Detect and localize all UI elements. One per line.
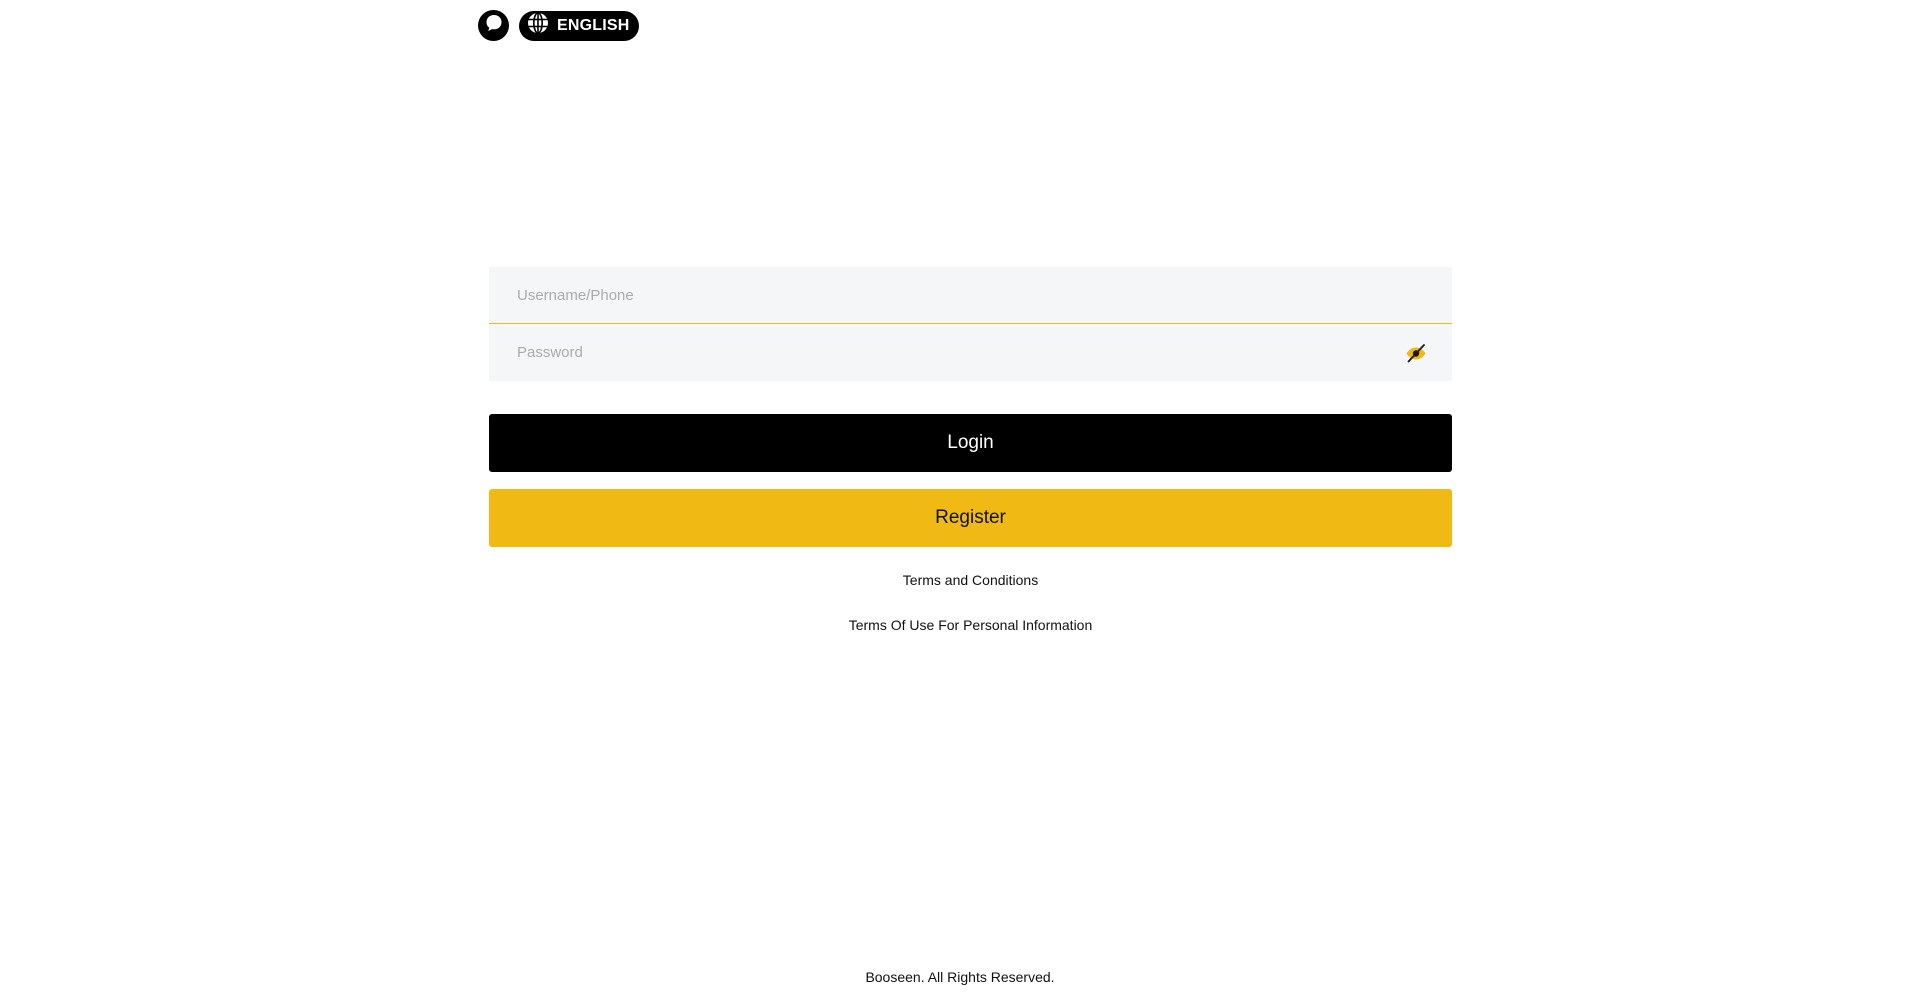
language-label: ENGLISH bbox=[557, 16, 630, 34]
username-input[interactable] bbox=[489, 267, 1452, 323]
language-selector[interactable]: ENGLISH bbox=[519, 10, 639, 41]
login-page: ENGLISH Login Register Terms and Conditi… bbox=[0, 0, 1920, 993]
username-field-container bbox=[489, 267, 1452, 324]
top-bar: ENGLISH bbox=[478, 10, 639, 41]
footer-copyright: Booseen. All Rights Reserved. bbox=[865, 969, 1055, 985]
globe-icon bbox=[527, 12, 549, 39]
eye-slash-icon[interactable] bbox=[1404, 341, 1428, 365]
login-button[interactable]: Login bbox=[489, 414, 1452, 472]
password-input[interactable] bbox=[489, 324, 1452, 381]
password-field-container bbox=[489, 324, 1452, 381]
chat-bubble-icon bbox=[484, 13, 504, 38]
terms-and-conditions-link[interactable]: Terms and Conditions bbox=[489, 572, 1452, 588]
register-button[interactable]: Register bbox=[489, 489, 1452, 547]
login-form: Login Register Terms and Conditions Term… bbox=[489, 267, 1452, 633]
customer-support-button[interactable] bbox=[478, 10, 509, 41]
personal-information-terms-link[interactable]: Terms Of Use For Personal Information bbox=[489, 617, 1452, 633]
